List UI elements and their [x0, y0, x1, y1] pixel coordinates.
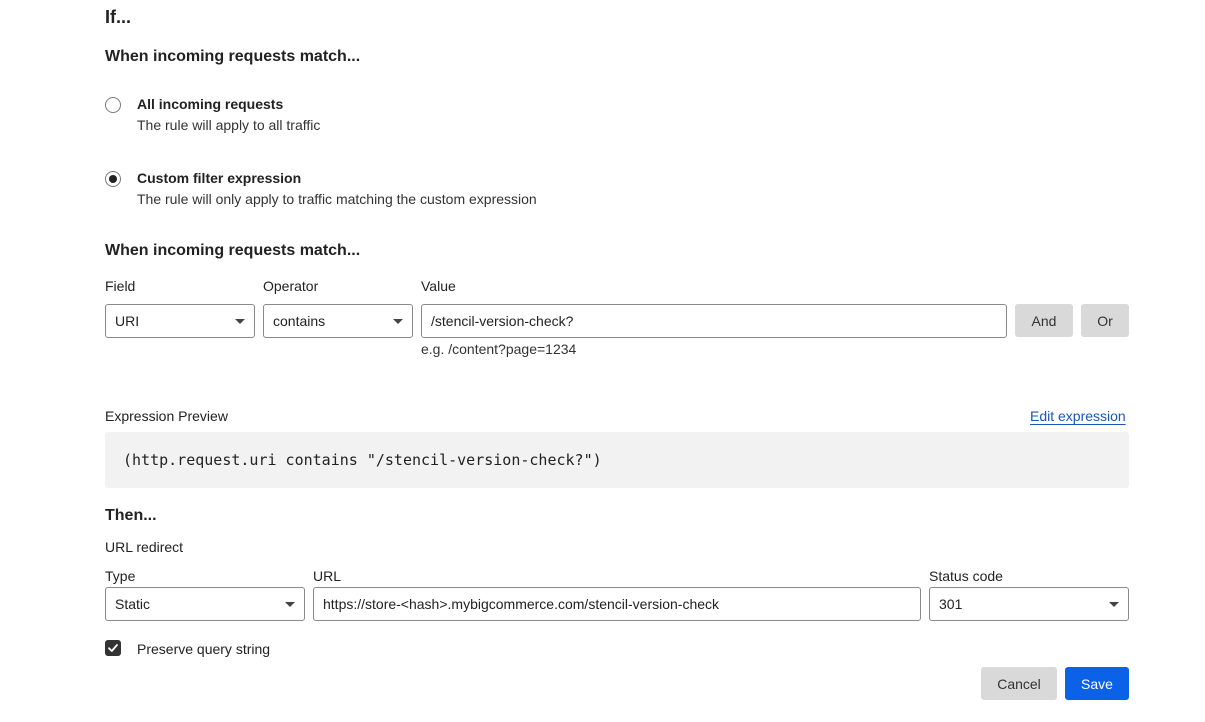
save-button[interactable]: Save — [1065, 667, 1129, 700]
cancel-button[interactable]: Cancel — [981, 667, 1057, 700]
or-button[interactable]: Or — [1081, 304, 1129, 337]
chevron-down-icon — [393, 319, 403, 324]
expression-preview-box: (http.request.uri contains "/stencil-ver… — [105, 432, 1129, 488]
value-label: Value — [421, 278, 456, 294]
value-input[interactable]: /stencil-version-check? — [421, 304, 1007, 338]
expression-preview-label: Expression Preview — [105, 408, 228, 424]
action-name: URL redirect — [105, 539, 184, 555]
option-custom-description: The rule will only apply to traffic matc… — [137, 191, 537, 207]
field-select[interactable]: URI — [105, 304, 255, 338]
type-select-value: Static — [115, 596, 151, 612]
option-all-title: All incoming requests — [137, 96, 284, 112]
and-button[interactable]: And — [1015, 304, 1073, 337]
operator-select-value: contains — [273, 313, 326, 329]
preserve-query-label: Preserve query string — [137, 641, 271, 657]
status-code-select[interactable]: 301 — [929, 587, 1129, 621]
type-select[interactable]: Static — [105, 587, 305, 621]
edit-expression-link[interactable]: Edit expression — [1030, 408, 1126, 424]
chevron-down-icon — [285, 602, 295, 607]
url-label: URL — [313, 568, 342, 584]
preserve-query-checkbox[interactable] — [105, 640, 121, 656]
then-heading: Then... — [105, 507, 157, 524]
field-label: Field — [105, 278, 136, 294]
url-input[interactable]: https://store-<hash>.mybigcommerce.com/s… — [313, 587, 921, 621]
radio-all-incoming[interactable] — [105, 97, 121, 113]
match-heading-expression: When incoming requests match... — [105, 242, 361, 259]
option-custom-title: Custom filter expression — [137, 170, 302, 186]
chevron-down-icon — [235, 319, 245, 324]
value-input-text: /stencil-version-check? — [431, 313, 574, 329]
url-input-text: https://store-<hash>.mybigcommerce.com/s… — [323, 596, 720, 612]
value-hint: e.g. /content?page=1234 — [421, 341, 577, 357]
operator-select[interactable]: contains — [263, 304, 413, 338]
status-code-value: 301 — [939, 596, 963, 612]
field-select-value: URI — [115, 313, 140, 329]
if-heading: If... — [105, 7, 131, 27]
operator-label: Operator — [263, 278, 319, 294]
status-code-label: Status code — [929, 568, 1003, 584]
match-heading: When incoming requests match... — [105, 48, 361, 65]
chevron-down-icon — [1109, 602, 1119, 607]
expression-preview-text: (http.request.uri contains "/stencil-ver… — [123, 451, 602, 469]
type-label: Type — [105, 568, 136, 584]
radio-custom-filter[interactable] — [105, 171, 121, 187]
option-all-description: The rule will apply to all traffic — [137, 117, 321, 133]
checkmark-icon — [108, 644, 118, 652]
